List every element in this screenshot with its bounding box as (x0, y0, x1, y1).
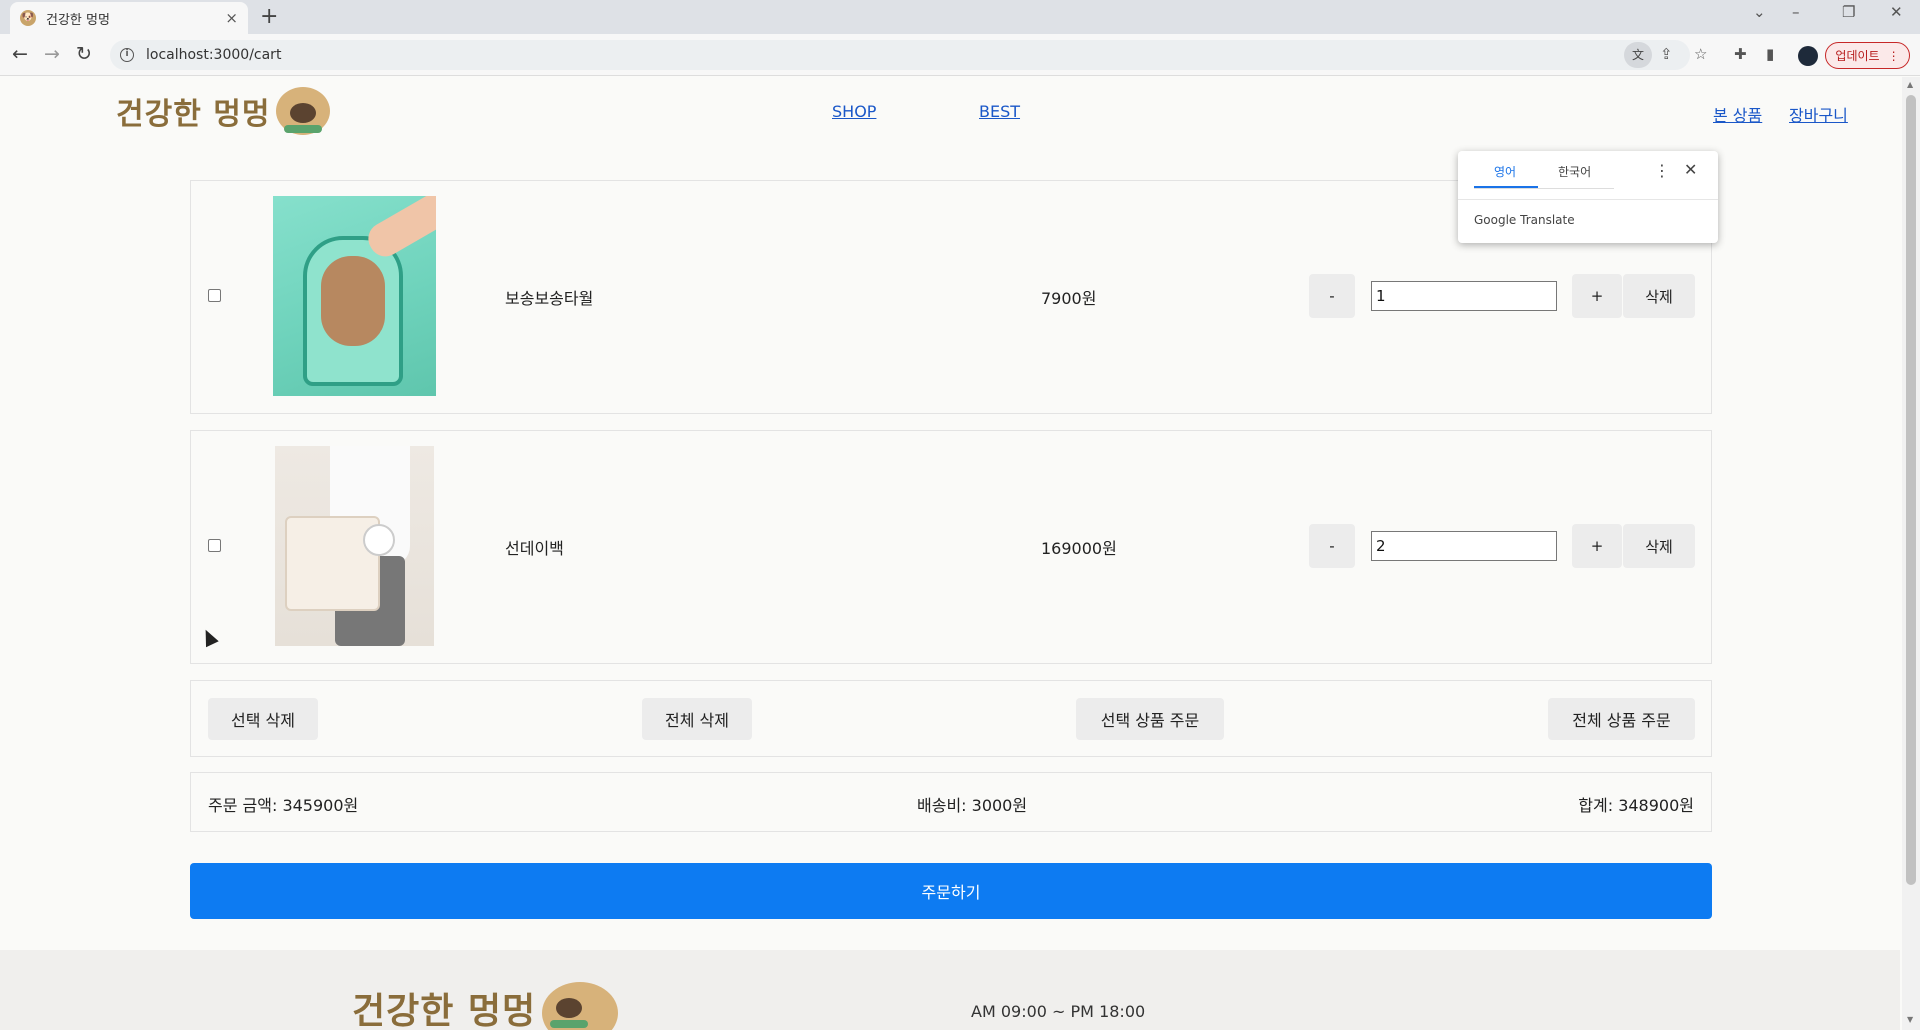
order-total: 합계: 348900원 (1578, 796, 1694, 815)
footer-logo: 건강한 멍멍 (352, 982, 619, 1030)
item-checkbox[interactable] (208, 539, 221, 552)
google-translate-brand: Google Translate (1474, 213, 1575, 227)
delete-item-button[interactable]: 삭제 (1623, 274, 1695, 318)
item-name: 보송보송타월 (505, 289, 594, 308)
product-image (275, 446, 434, 646)
item-price: 7900원 (1041, 289, 1097, 308)
nav-best[interactable]: BEST (979, 102, 1020, 121)
tab-divider (1474, 188, 1614, 189)
site-logo[interactable]: 건강한 멍멍 (116, 87, 331, 135)
side-panel-icon[interactable]: ▮ (1766, 45, 1774, 63)
pug-logo-icon (542, 982, 619, 1030)
close-icon[interactable]: ✕ (1684, 160, 1697, 179)
place-order-button[interactable]: 주문하기 (190, 863, 1712, 919)
translate-icon[interactable]: 文 (1624, 42, 1652, 68)
scroll-up-icon[interactable]: ▲ (1907, 80, 1913, 89)
minimize-button[interactable]: – (1792, 3, 1800, 21)
cart-actions: 선택 삭제 전체 삭제 선택 상품 주문 전체 상품 주문 (190, 680, 1712, 757)
page-scrollbar[interactable]: ▲ ▼ (1902, 77, 1920, 1030)
back-icon[interactable]: ← (12, 43, 28, 65)
scrollbar-thumb[interactable] (1906, 95, 1916, 885)
site-info-icon[interactable]: i (120, 48, 134, 62)
increase-quantity-button[interactable]: + (1572, 274, 1622, 318)
bookmark-star-icon[interactable]: ☆ (1694, 45, 1707, 63)
logo-text: 건강한 멍멍 (116, 97, 271, 132)
order-amount: 주문 금액: 345900원 (208, 796, 359, 815)
more-options-icon[interactable]: ⋮ (1654, 161, 1670, 180)
browser-tab[interactable]: 🐶 건강한 멍멍 × (10, 2, 248, 34)
active-tab-indicator (1474, 186, 1538, 188)
translate-popup: 영어 한국어 ⋮ ✕ Google Translate (1458, 151, 1718, 243)
product-image (273, 196, 436, 396)
browser-tab-bar: 🐶 건강한 멍멍 × + ⌄ – ❐ ✕ (0, 0, 1920, 34)
translate-tab-english[interactable]: 영어 (1494, 163, 1516, 180)
share-icon[interactable]: ⇪ (1660, 45, 1673, 63)
nav-shop[interactable]: SHOP (832, 102, 876, 121)
tab-title: 건강한 멍멍 (46, 12, 110, 28)
decrease-quantity-button[interactable]: - (1309, 274, 1355, 318)
item-price: 169000원 (1041, 539, 1117, 558)
reload-icon[interactable]: ↻ (76, 43, 92, 65)
order-selected-button[interactable]: 선택 상품 주문 (1076, 698, 1224, 740)
update-button[interactable]: 업데이트 ⋮ (1825, 42, 1910, 69)
quantity-input[interactable]: 1 (1371, 281, 1557, 311)
shipping-fee: 배송비: 3000원 (917, 796, 1028, 815)
footer: 건강한 멍멍 AM 09:00 ~ PM 18:00 (0, 950, 1900, 1030)
extensions-icon[interactable]: ✚ (1734, 45, 1747, 63)
cart-item: 선데이백 169000원 - 2 + 삭제 (190, 430, 1712, 664)
close-window-button[interactable]: ✕ (1890, 3, 1903, 21)
delete-all-button[interactable]: 전체 삭제 (642, 698, 752, 740)
item-checkbox[interactable] (208, 289, 221, 302)
delete-item-button[interactable]: 삭제 (1623, 524, 1695, 568)
browser-toolbar: ← → ↻ i localhost:3000/cart 文 ⇪ ☆ ✚ ▮ 업데… (0, 34, 1920, 76)
tab-close-icon[interactable]: × (225, 9, 238, 27)
nav-cart[interactable]: 장바구니 (1789, 102, 1848, 126)
new-tab-button[interactable]: + (260, 4, 278, 29)
chrome-menu-icon: ⋮ (1887, 48, 1900, 63)
decrease-quantity-button[interactable]: - (1309, 524, 1355, 568)
popup-divider (1458, 199, 1718, 200)
order-all-button[interactable]: 전체 상품 주문 (1548, 698, 1695, 740)
increase-quantity-button[interactable]: + (1572, 524, 1622, 568)
restore-button[interactable]: ❐ (1842, 3, 1855, 21)
delete-selected-button[interactable]: 선택 삭제 (208, 698, 318, 740)
page-content: 건강한 멍멍 SHOP BEST 본 상품 장바구니 보송보송타월 7900원 … (0, 77, 1900, 1030)
item-name: 선데이백 (505, 539, 564, 558)
profile-avatar[interactable] (1798, 46, 1818, 66)
update-label: 업데이트 (1835, 49, 1880, 63)
business-hours: AM 09:00 ~ PM 18:00 (971, 1002, 1146, 1021)
footer-logo-text: 건강한 멍멍 (352, 991, 537, 1030)
forward-icon[interactable]: → (44, 43, 60, 65)
order-summary: 주문 금액: 345900원 배송비: 3000원 합계: 348900원 (190, 772, 1712, 832)
translate-tab-korean[interactable]: 한국어 (1558, 163, 1591, 180)
url-text: localhost:3000/cart (146, 47, 282, 63)
quantity-input[interactable]: 2 (1371, 531, 1557, 561)
address-bar[interactable]: i localhost:3000/cart (110, 40, 1690, 70)
pug-logo-icon (276, 87, 331, 135)
nav-viewed-products[interactable]: 본 상품 (1713, 102, 1762, 126)
scroll-down-icon[interactable]: ▼ (1907, 1015, 1913, 1024)
favicon-icon: 🐶 (20, 10, 36, 26)
tab-search-icon[interactable]: ⌄ (1753, 3, 1766, 21)
